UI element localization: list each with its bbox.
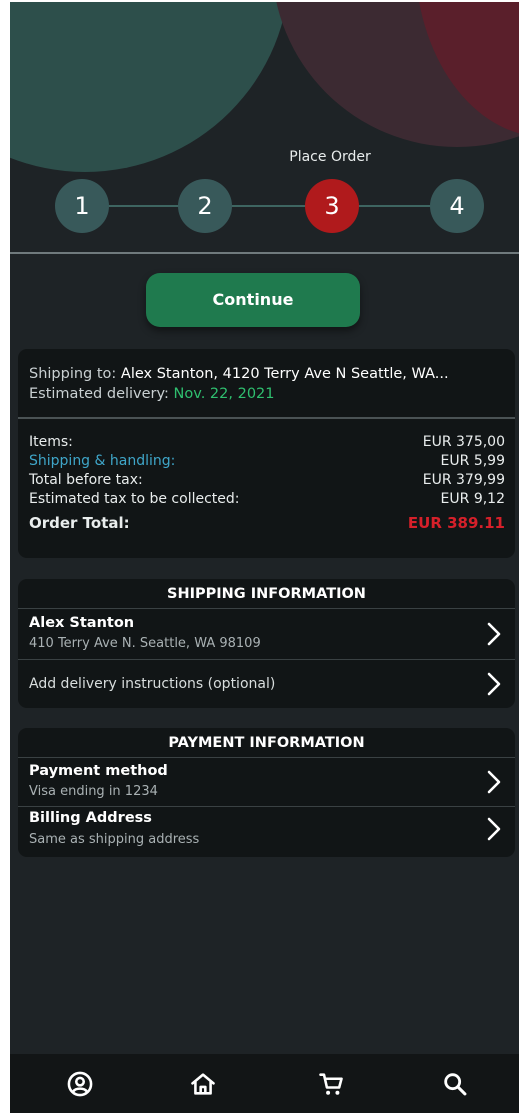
payment-information-title: PAYMENT INFORMATION [18,728,515,758]
order-total-label: Order Total: [29,514,130,532]
chevron-right-icon [487,672,501,696]
current-step-label: Place Order [289,149,371,165]
line-items: Items: EUR 375,00 [29,434,505,450]
line-estimated-tax-amount: EUR 9,12 [440,491,505,507]
shipping-to-label: Shipping to: [29,366,117,382]
shipping-information-card: SHIPPING INFORMATION Alex Stanton 410 Te… [18,579,515,708]
account-icon[interactable] [66,1070,94,1098]
payment-method-value: Visa ending in 1234 [29,784,158,799]
delivery-instructions-label: Add delivery instructions (optional) [29,676,276,692]
payment-information-card: PAYMENT INFORMATION Payment method Visa … [18,728,515,857]
line-shipping-handling: Shipping & handling: EUR 5,99 [29,453,505,469]
stepper-divider [10,252,519,254]
stepper-connector-line [82,205,460,207]
line-estimated-tax: Estimated tax to be collected: EUR 9,12 [29,491,505,507]
line-items-amount: EUR 375,00 [422,434,505,450]
chevron-right-icon [487,817,501,841]
line-shipping-amount: EUR 5,99 [440,453,505,469]
continue-button[interactable]: Continue [146,273,360,327]
estimated-delivery-row: Estimated delivery: Nov. 22, 2021 [29,386,275,402]
shipping-to-row[interactable]: Shipping to: Alex Stanton, 4120 Terry Av… [29,366,449,382]
step-3-active[interactable]: 3 [305,179,359,233]
bottom-navigation [10,1054,519,1113]
payment-method-row[interactable]: Payment method Visa ending in 1234 [18,758,515,806]
shipping-address-row[interactable]: Alex Stanton 410 Terry Ave N. Seattle, W… [18,609,515,659]
order-total-amount: EUR 389.11 [407,514,505,532]
step-1[interactable]: 1 [55,179,109,233]
cart-icon[interactable] [317,1070,345,1098]
shipping-information-title: SHIPPING INFORMATION [18,579,515,609]
shipping-name: Alex Stanton [29,615,135,631]
estimated-delivery-label: Estimated delivery: [29,386,169,402]
summary-divider [18,417,515,419]
billing-address-value: Same as shipping address [29,832,200,847]
delivery-instructions-row[interactable]: Add delivery instructions (optional) [18,660,515,708]
line-items-label: Items: [29,434,73,450]
billing-address-row[interactable]: Billing Address Same as shipping address [18,807,515,857]
chevron-right-icon [487,770,501,794]
search-icon[interactable] [441,1070,469,1098]
line-estimated-tax-label: Estimated tax to be collected: [29,491,240,507]
shipping-to-value: Alex Stanton, 4120 Terry Ave N Seattle, … [120,366,449,382]
line-total-before-tax-label: Total before tax: [29,472,143,488]
chevron-right-icon [487,622,501,646]
checkout-screen: Place Order 1 2 3 4 Continue Shipping to… [10,2,519,1113]
shipping-handling-link[interactable]: Shipping & handling: [29,453,175,469]
line-total-before-tax-amount: EUR 379,99 [422,472,505,488]
home-icon[interactable] [189,1070,217,1098]
step-2[interactable]: 2 [178,179,232,233]
background-circle-teal [10,2,290,172]
line-total-before-tax: Total before tax: EUR 379,99 [29,472,505,488]
estimated-delivery-date: Nov. 22, 2021 [173,386,275,402]
order-summary-card: Shipping to: Alex Stanton, 4120 Terry Av… [18,349,515,558]
billing-address-title: Billing Address [29,810,152,826]
order-total-row: Order Total: EUR 389.11 [29,514,505,532]
shipping-address: 410 Terry Ave N. Seattle, WA 98109 [29,636,261,651]
step-4[interactable]: 4 [430,179,484,233]
payment-method-title: Payment method [29,763,168,779]
